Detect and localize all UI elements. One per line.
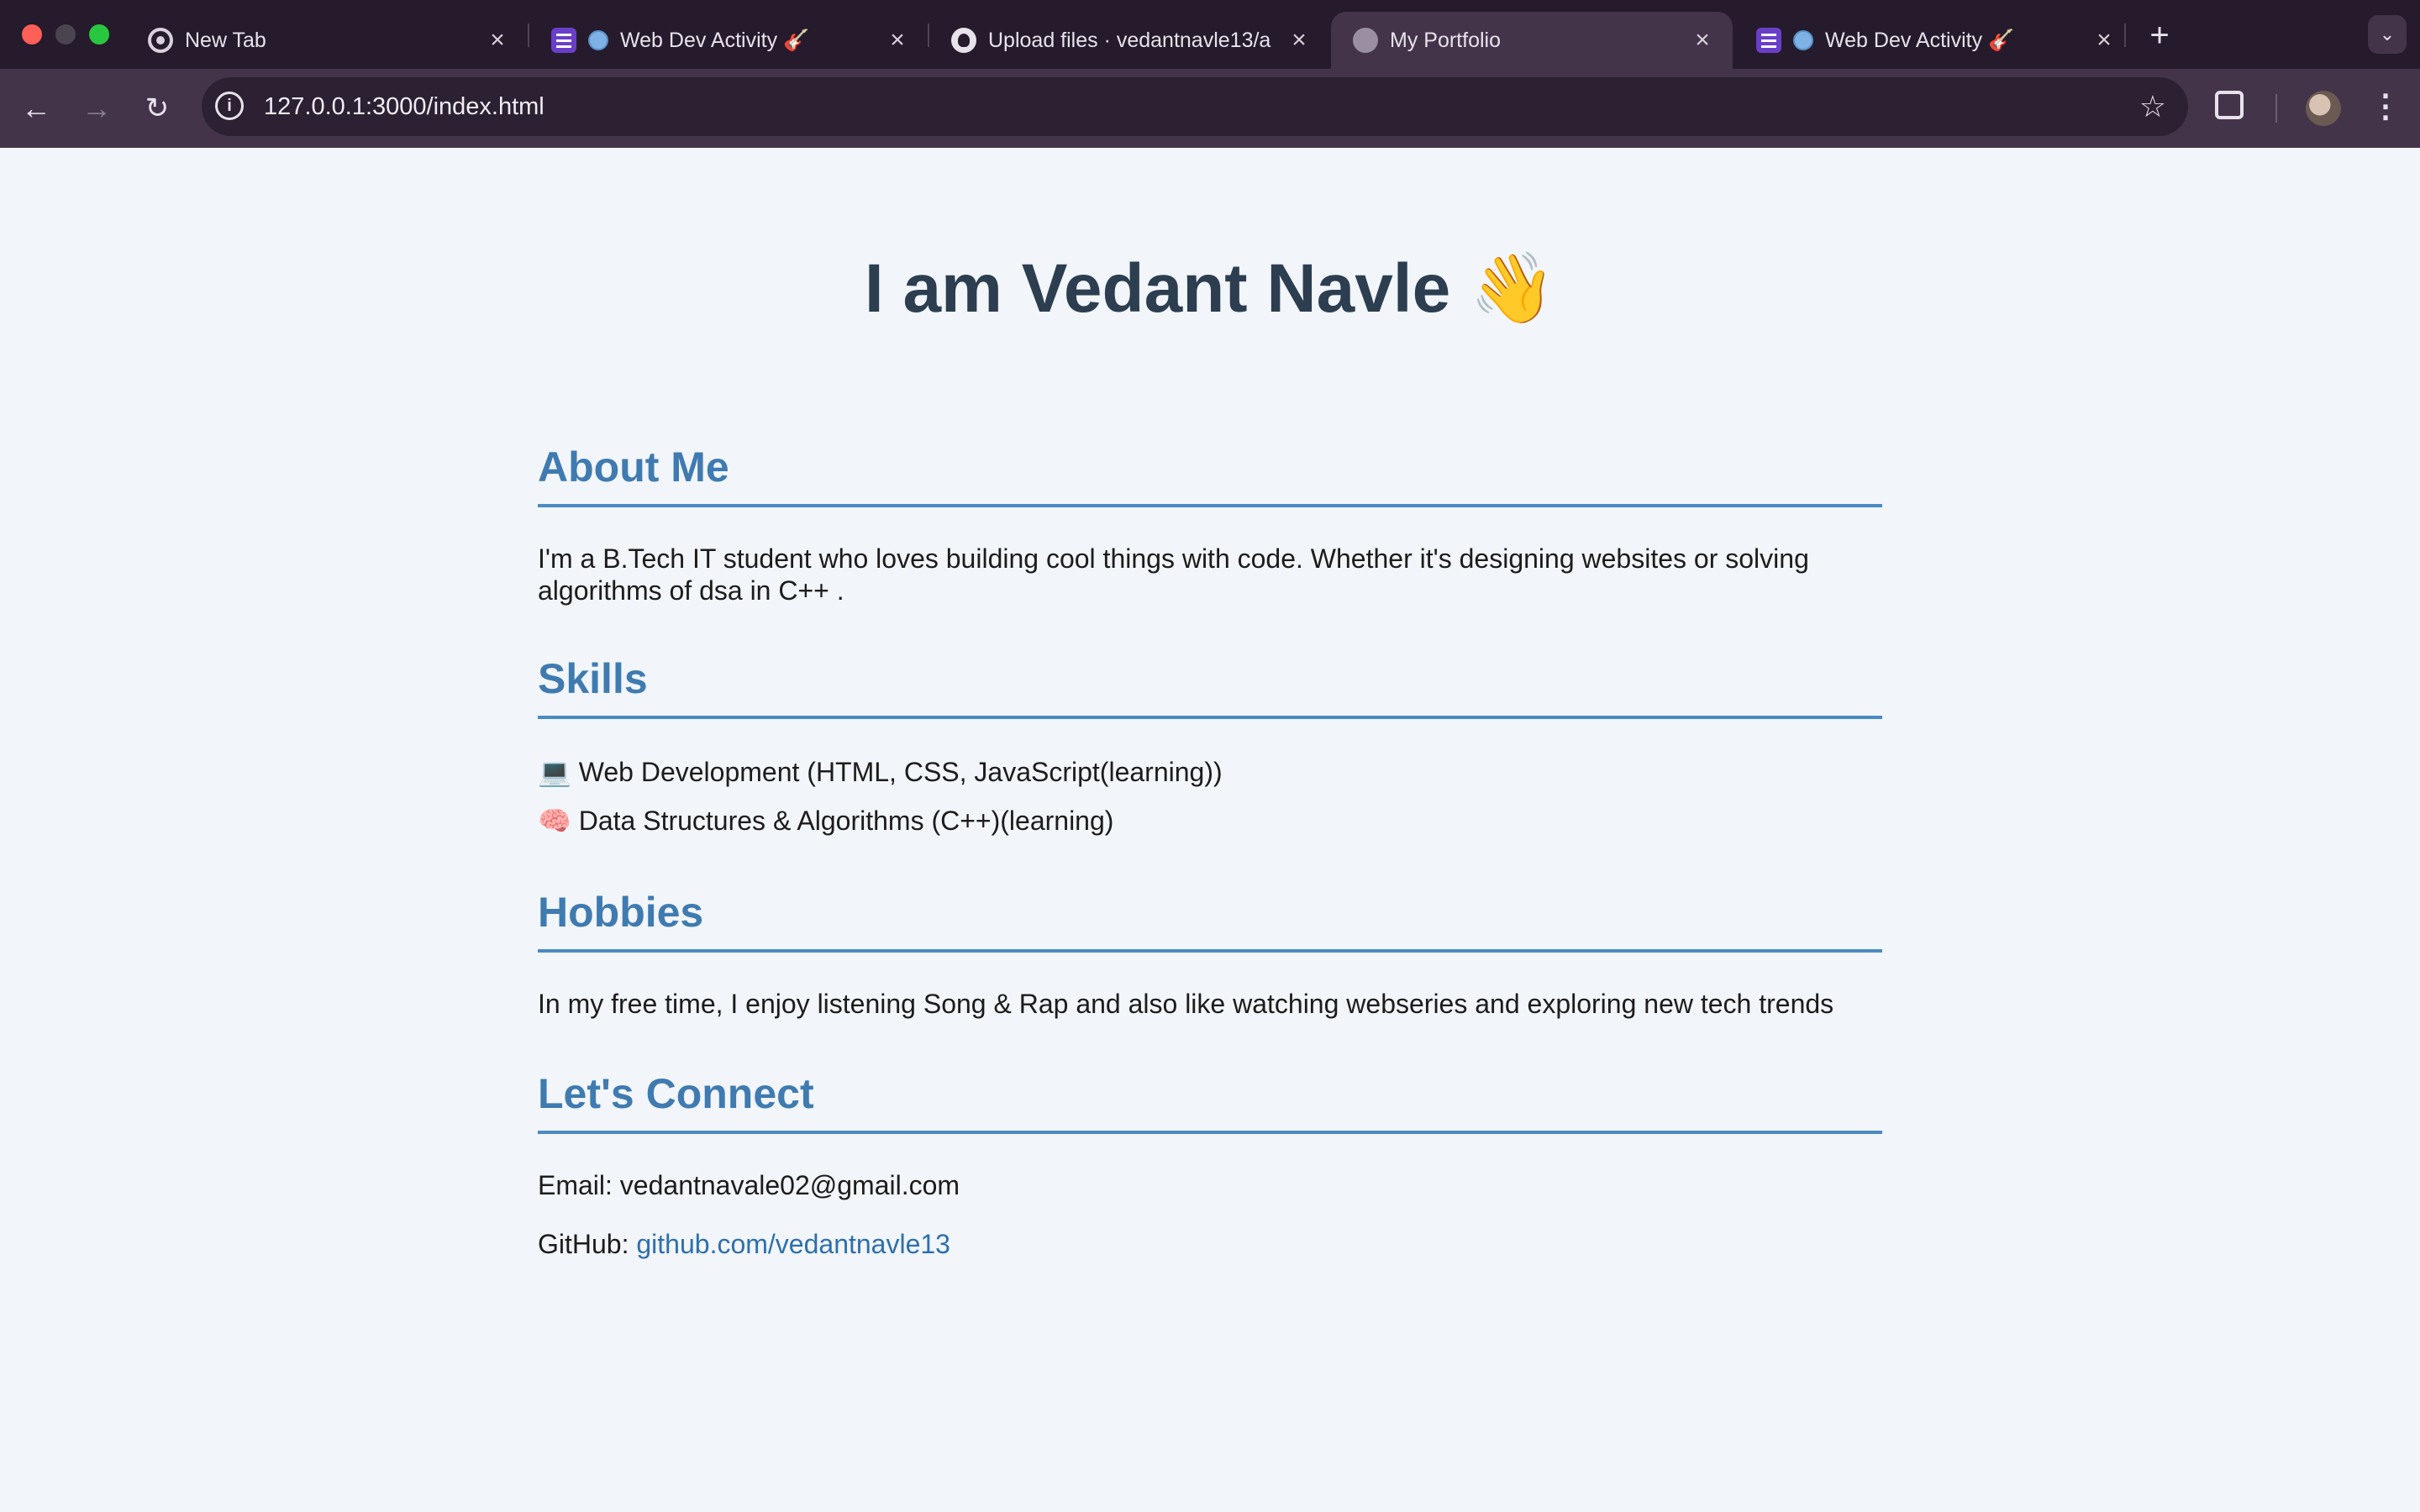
tab-close-icon[interactable]: × — [1691, 28, 1714, 53]
skill-item: 💻 Web Development (HTML, CSS, JavaScript… — [538, 756, 1882, 788]
tab-label: Upload files · vedantnavle13/a — [988, 28, 1271, 52]
address-bar[interactable]: i 127.0.0.1:3000/index.html ☆ — [202, 77, 2188, 136]
tab-search-button[interactable]: ⌄ — [2368, 15, 2407, 54]
laptop-icon: 💻 — [538, 757, 571, 787]
maximize-window-button[interactable] — [89, 24, 109, 45]
about-text: I'm a B.Tech IT student who loves buildi… — [538, 543, 1809, 606]
forward-arrow-icon[interactable]: → — [77, 89, 116, 128]
browser-menu-icon[interactable]: ⋮ — [2370, 87, 2402, 129]
new-tab-button[interactable]: + — [2141, 17, 2178, 54]
tab-close-icon[interactable]: × — [1287, 28, 1311, 53]
tab-close-icon[interactable]: × — [2092, 28, 2116, 53]
portfolio-page: I am Vedant Navle 👋 About Me I'm a B.Tec… — [0, 148, 2420, 1512]
hobbies-text: In my free time, I enjoy listening Song … — [538, 989, 1834, 1019]
tab-close-icon[interactable]: × — [886, 28, 909, 53]
profile-avatar[interactable] — [2306, 91, 2341, 126]
github-link[interactable]: github.com/vedantnavle13 — [636, 1229, 950, 1259]
tab-label: Web Dev Activity 🎸 — [620, 28, 810, 52]
tab-separator — [2124, 24, 2126, 47]
waving-hand-icon: 👋 — [1470, 250, 1556, 327]
tab-close-icon[interactable]: × — [486, 28, 509, 53]
tab-web-dev-activity-2[interactable]: Web Dev Activity 🎸 × — [1734, 12, 2134, 69]
skill-text: Web Development (HTML, CSS, JavaScript(l… — [578, 757, 1223, 787]
skill-text: Data Structures & Algorithms (C++)(learn… — [578, 806, 1114, 836]
github-line: GitHub: github.com/vedantnavle13 — [538, 1228, 1882, 1260]
world-icon — [1353, 28, 1378, 53]
brain-icon: 🧠 — [538, 806, 571, 836]
tab-new-tab[interactable]: New Tab × — [126, 12, 528, 69]
globe-icon — [588, 30, 608, 50]
close-window-button[interactable] — [22, 24, 42, 45]
tab-web-dev-activity[interactable]: Web Dev Activity 🎸 × — [529, 12, 928, 69]
tab-my-portfolio[interactable]: My Portfolio × — [1331, 12, 1733, 69]
hobbies-section-title: Hobbies — [538, 887, 1882, 953]
github-icon — [951, 28, 976, 53]
about-section-title: About Me — [538, 442, 1882, 507]
minimize-window-button[interactable] — [55, 24, 76, 45]
skill-item: 🧠 Data Structures & Algorithms (C++)(lea… — [538, 805, 1882, 837]
page-heading: I am Vedant Navle 👋 — [0, 247, 2420, 331]
reload-icon[interactable]: ↻ — [138, 89, 176, 128]
github-label: GitHub: — [538, 1229, 629, 1259]
list-app-icon — [551, 28, 576, 53]
browser-toolbar: ← → ↻ i 127.0.0.1:3000/index.html ☆ ⋮ — [0, 69, 2420, 148]
email-line: Email: vedantnavale02@gmail.com — [538, 1169, 1882, 1201]
email-label: Email: — [538, 1170, 613, 1200]
extensions-puzzle-icon[interactable] — [2215, 91, 2244, 119]
chrome-icon — [148, 28, 173, 53]
bookmark-star-icon[interactable]: ☆ — [2139, 89, 2166, 124]
heading-text: I am Vedant Navle — [864, 250, 1451, 327]
list-app-icon — [1756, 28, 1781, 53]
email-address: vedantnavale02@gmail.com — [619, 1170, 960, 1200]
tab-label: Web Dev Activity 🎸 — [1825, 28, 2015, 52]
globe-icon — [1793, 30, 1813, 50]
connect-section-title: Let's Connect — [538, 1068, 1882, 1134]
back-arrow-icon[interactable]: ← — [17, 89, 55, 128]
site-info-icon[interactable]: i — [215, 92, 244, 120]
url-text[interactable]: 127.0.0.1:3000/index.html — [264, 77, 544, 136]
skills-section-title: Skills — [538, 654, 1882, 719]
browser-tab-bar: New Tab × Web Dev Activity 🎸 × Upload fi… — [0, 0, 2420, 69]
toolbar-divider — [2275, 94, 2277, 123]
tab-upload-files[interactable]: Upload files · vedantnavle13/a × — [929, 12, 1329, 69]
tab-label: New Tab — [185, 28, 266, 52]
tab-label: My Portfolio — [1390, 28, 1501, 52]
